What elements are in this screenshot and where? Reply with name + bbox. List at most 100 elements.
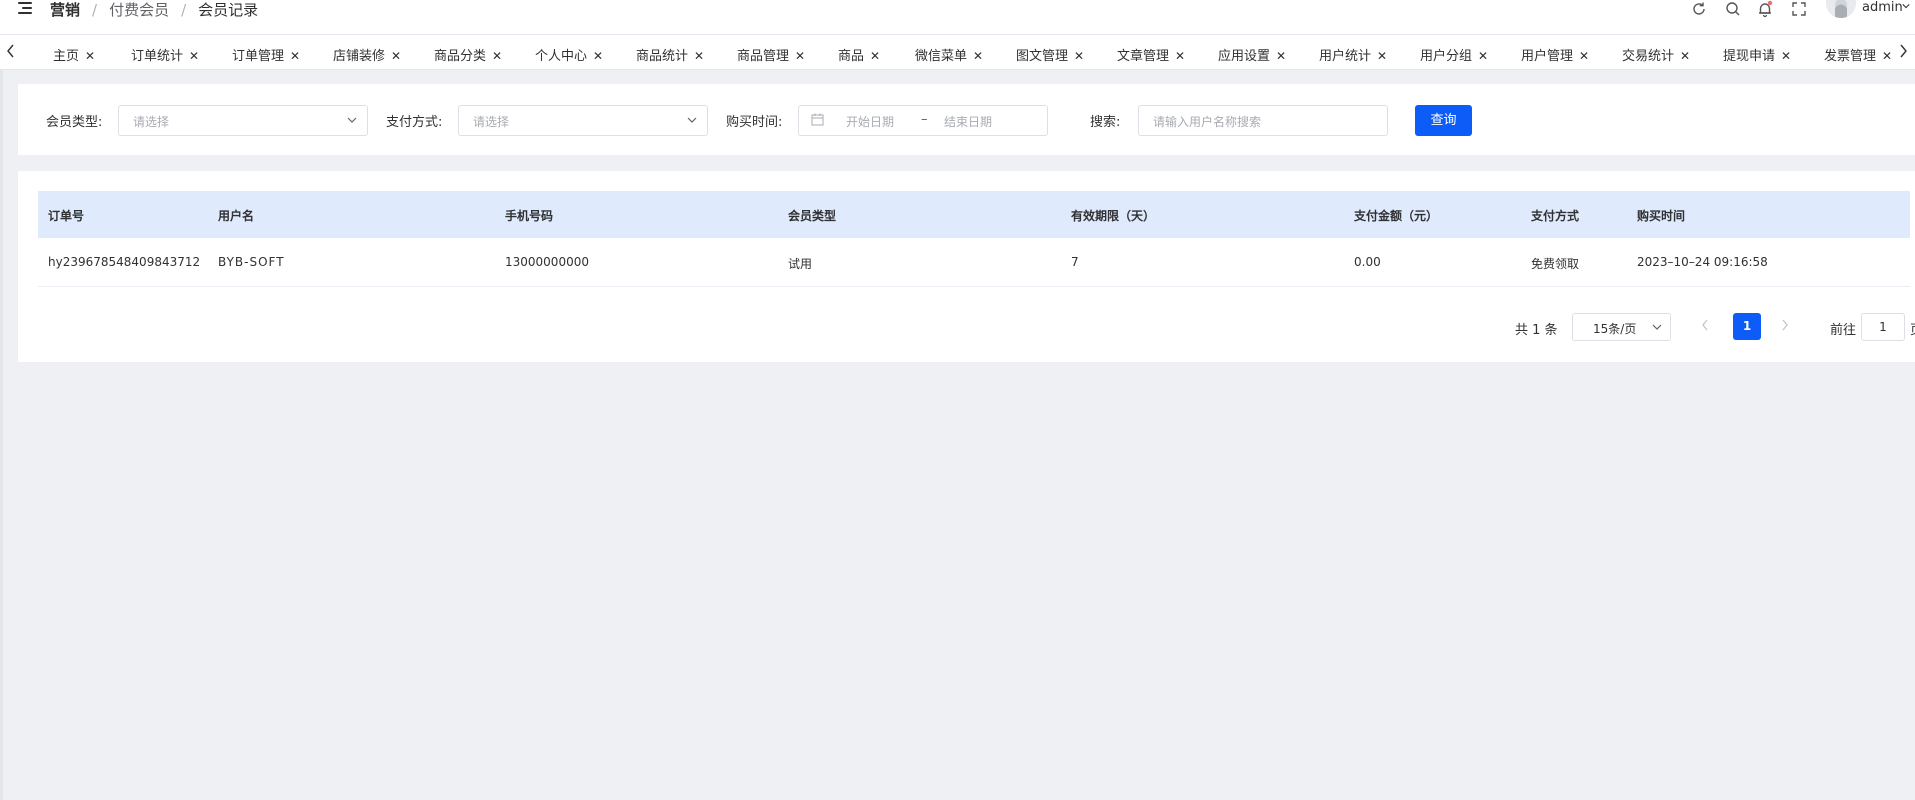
chevron-down-icon [347, 117, 357, 123]
bell-icon[interactable] [1756, 0, 1774, 18]
pay-method-label: 支付方式: [386, 115, 443, 130]
tag-article-management[interactable]: 文章管理 ✕ [1117, 45, 1185, 64]
close-icon[interactable]: ✕ [1680, 49, 1690, 63]
member-type-select[interactable]: 请选择 [118, 105, 368, 136]
close-icon[interactable]: ✕ [391, 49, 401, 63]
tag-label: 商品分类 [434, 49, 487, 64]
close-icon[interactable]: ✕ [593, 49, 603, 63]
table-header: 订单号 用户名 手机号码 会员类型 有效期限（天） 支付金额（元） 支付方式 购… [38, 191, 1910, 238]
tag-order-stats[interactable]: 订单统计 ✕ [131, 45, 199, 64]
column-order-no: 订单号 [48, 209, 85, 223]
cell-order-no: hy239678548409843712 [48, 255, 201, 269]
member-type-placeholder: 请选择 [133, 115, 170, 129]
purchase-time-label: 购买时间: [726, 115, 783, 130]
close-icon[interactable]: ✕ [290, 49, 300, 63]
end-date-input[interactable]: 结束日期 [944, 113, 992, 130]
tag-label: 交易统计 [1622, 49, 1675, 64]
chevron-right-icon[interactable] [1898, 44, 1908, 58]
tag-user-groups[interactable]: 用户分组 ✕ [1420, 45, 1488, 64]
menu-toggle-icon[interactable] [18, 2, 34, 16]
tag-label: 订单管理 [232, 49, 285, 64]
tags-view-bar: 主页 ✕ 订单统计 ✕ 订单管理 ✕ 店铺装修 ✕ 商品分类 ✕ 个人中心 ✕ 商品统计 ✕ … [0, 34, 1915, 70]
close-icon[interactable]: ✕ [694, 49, 704, 63]
refresh-icon[interactable] [1690, 0, 1708, 18]
column-validity-days: 有效期限（天） [1071, 209, 1156, 223]
close-icon[interactable]: ✕ [973, 49, 983, 63]
goto-page-input[interactable]: 1 [1861, 313, 1905, 341]
next-page-icon[interactable] [1780, 318, 1790, 332]
column-member-type: 会员类型 [788, 209, 837, 223]
cell-validity-days: 7 [1071, 255, 1079, 269]
tag-label: 发票管理 [1824, 49, 1877, 64]
tag-store-decoration[interactable]: 店铺装修 ✕ [333, 45, 401, 64]
page-size-select[interactable]: 15条/页 [1572, 313, 1671, 341]
member-type-label: 会员类型: [46, 115, 103, 130]
close-icon[interactable]: ✕ [85, 49, 95, 63]
prev-page-icon[interactable] [1700, 318, 1710, 332]
start-date-input[interactable]: 开始日期 [846, 113, 894, 130]
close-icon[interactable]: ✕ [1377, 49, 1387, 63]
column-pay-method: 支付方式 [1531, 209, 1580, 223]
breadcrumb-item-paid-member[interactable]: 付费会员 [109, 0, 169, 20]
table-row: hy239678548409843712 BYB-SOFT 1300000000… [38, 238, 1910, 287]
tag-user-management[interactable]: 用户管理 ✕ [1521, 45, 1589, 64]
tag-app-settings[interactable]: 应用设置 ✕ [1218, 45, 1286, 64]
pay-method-placeholder: 请选择 [473, 115, 510, 129]
cell-phone: 13000000000 [505, 255, 589, 269]
goto-suffix: 页 [1910, 319, 1915, 338]
cell-purchase-time: 2023–10–24 09:16:58 [1637, 255, 1768, 269]
cell-pay-method: 免费领取 [1531, 257, 1580, 271]
tag-product-management[interactable]: 商品管理 ✕ [737, 45, 805, 64]
close-icon[interactable]: ✕ [189, 49, 199, 63]
pagination-total: 共 1 条 [1515, 323, 1558, 338]
tag-wechat-menu[interactable]: 微信菜单 ✕ [915, 45, 983, 64]
tag-personal-center[interactable]: 个人中心 ✕ [535, 45, 603, 64]
tag-label: 用户分组 [1420, 49, 1473, 64]
user-name[interactable]: admin [1862, 0, 1903, 15]
close-icon[interactable]: ✕ [1175, 49, 1185, 63]
close-icon[interactable]: ✕ [1478, 49, 1488, 63]
close-icon[interactable]: ✕ [795, 49, 805, 63]
tag-graphic-management[interactable]: 图文管理 ✕ [1016, 45, 1084, 64]
column-pay-amount: 支付金额（元） [1354, 209, 1439, 223]
tag-label: 店铺装修 [333, 49, 386, 64]
breadcrumb-separator: / [92, 0, 98, 19]
page-number-current[interactable]: 1 [1733, 313, 1761, 340]
breadcrumb-item-marketing[interactable]: 营销 [50, 0, 80, 20]
chevron-left-icon[interactable] [6, 44, 16, 58]
fullscreen-icon[interactable] [1790, 0, 1808, 18]
chevron-down-icon [687, 117, 697, 123]
tag-user-stats[interactable]: 用户统计 ✕ [1319, 45, 1387, 64]
chevron-down-icon[interactable] [1902, 2, 1910, 10]
tag-order-management[interactable]: 订单管理 ✕ [232, 45, 300, 64]
tag-product-category[interactable]: 商品分类 ✕ [434, 45, 502, 64]
pay-method-select[interactable]: 请选择 [458, 105, 708, 136]
close-icon[interactable]: ✕ [1579, 49, 1589, 63]
search-input[interactable]: 请输入用户名称搜索 [1138, 105, 1388, 136]
close-icon[interactable]: ✕ [1074, 49, 1084, 63]
tag-product[interactable]: 商品 ✕ [838, 45, 880, 64]
close-icon[interactable]: ✕ [1276, 49, 1286, 63]
tag-label: 应用设置 [1218, 49, 1271, 64]
tag-label: 商品 [838, 49, 865, 64]
close-icon[interactable]: ✕ [1882, 49, 1892, 63]
tag-label: 提现申请 [1723, 49, 1776, 64]
avatar[interactable] [1826, 0, 1856, 18]
close-icon[interactable]: ✕ [492, 49, 502, 63]
tag-withdrawal-requests[interactable]: 提现申请 ✕ [1723, 45, 1791, 64]
close-icon[interactable]: ✕ [870, 49, 880, 63]
cell-member-type: 试用 [788, 257, 813, 271]
search-placeholder: 请输入用户名称搜索 [1153, 115, 1262, 129]
search-icon[interactable] [1724, 0, 1742, 18]
breadcrumb-item-member-records: 会员记录 [198, 1, 259, 19]
tag-product-stats[interactable]: 商品统计 ✕ [636, 45, 704, 64]
tag-invoice-management[interactable]: 发票管理 ✕ [1824, 45, 1892, 64]
page-size-value: 15条/页 [1593, 322, 1637, 336]
query-button[interactable]: 查询 [1415, 105, 1472, 136]
tag-transaction-stats[interactable]: 交易统计 ✕ [1622, 45, 1690, 64]
tag-label: 个人中心 [535, 49, 588, 64]
close-icon[interactable]: ✕ [1781, 49, 1791, 63]
sidebar-edge [0, 70, 3, 800]
purchase-date-range[interactable]: 开始日期 – 结束日期 [798, 105, 1048, 136]
tag-home[interactable]: 主页 ✕ [53, 45, 95, 64]
